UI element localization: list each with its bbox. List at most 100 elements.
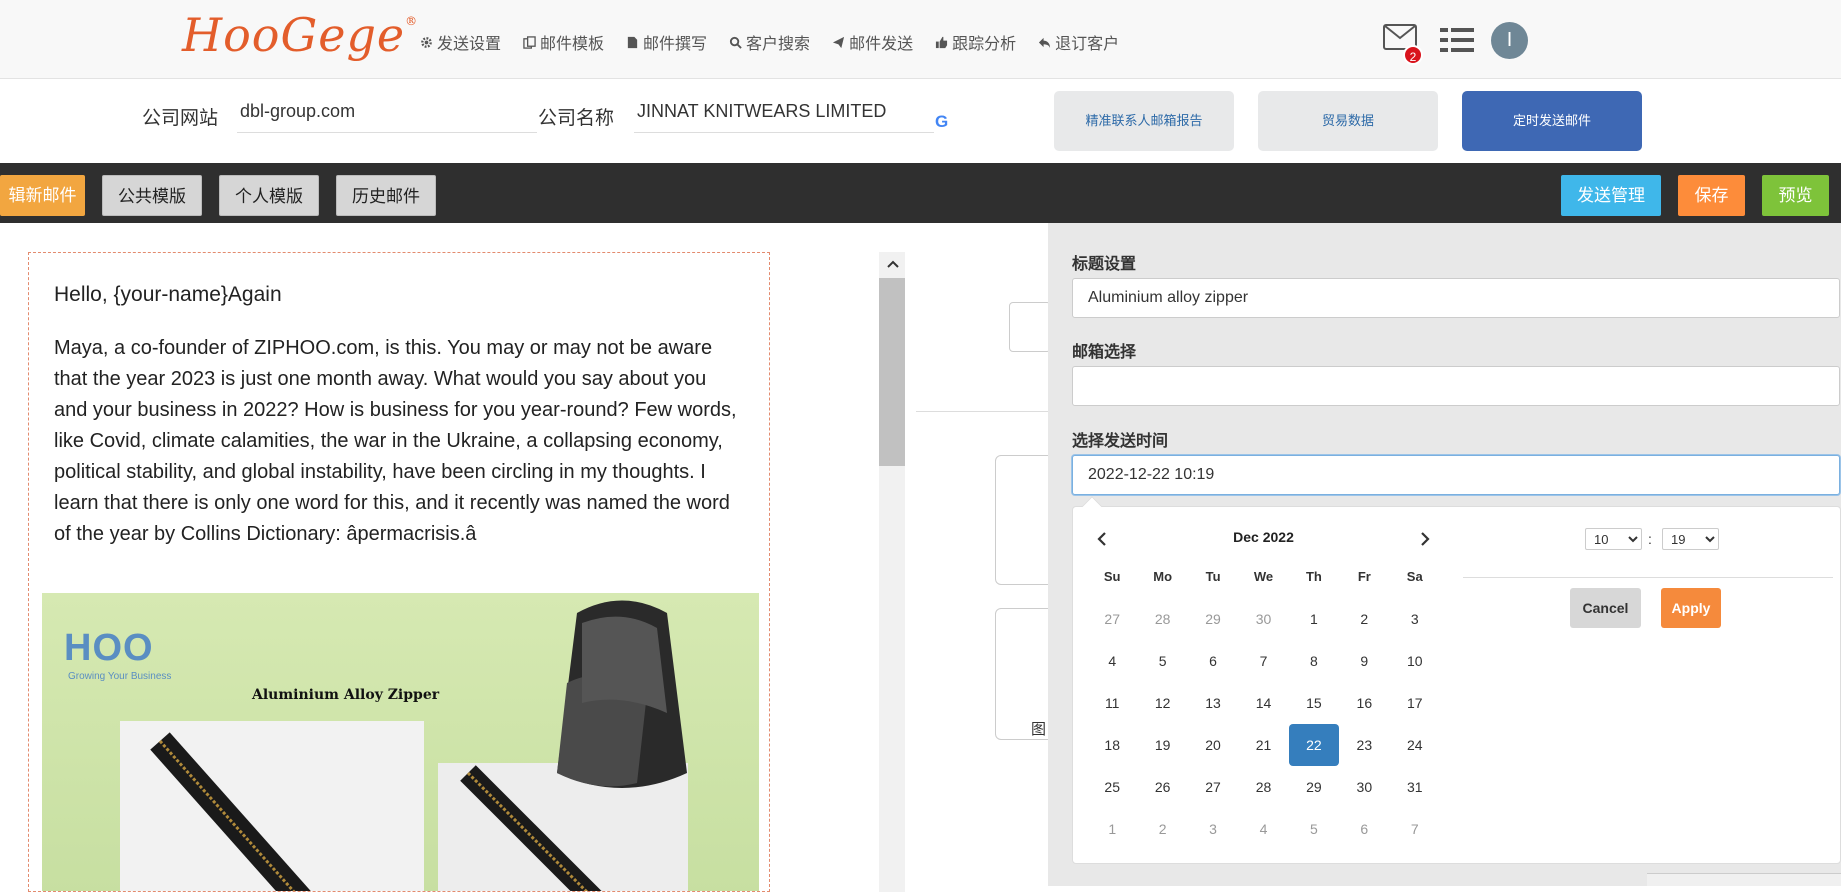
mail-editor[interactable]: Hello, {your-name}Again Maya, a co-found… (28, 252, 770, 892)
calendar-day[interactable]: 1 (1289, 598, 1339, 640)
menu-list-icon[interactable] (1440, 26, 1474, 54)
calendar-week-row: 11 12 13 14 15 16 17 (1087, 682, 1440, 724)
calendar-day[interactable]: 5 (1137, 640, 1187, 682)
weekday-label: We (1253, 569, 1274, 584)
calendar-day-selected[interactable]: 22 (1288, 724, 1340, 766)
weekday-label: Tu (1205, 569, 1221, 584)
calendar-header: Dec 2022 (1087, 520, 1440, 556)
hour-select[interactable]: 10 (1585, 528, 1642, 550)
google-icon[interactable]: G (935, 112, 948, 132)
calendar-day[interactable]: 31 (1390, 766, 1440, 808)
new-mail-button[interactable]: 辑新邮件 (0, 175, 85, 216)
send-management-button[interactable]: 发送管理 (1561, 175, 1661, 216)
image-brand-tagline: Growing Your Business (68, 671, 172, 682)
mail-count-badge: 2 (1403, 45, 1423, 65)
weekday-label: Sa (1406, 569, 1423, 584)
subject-input[interactable]: Aluminium alloy zipper (1072, 278, 1840, 318)
next-month-icon[interactable] (1410, 524, 1440, 554)
calendar-day[interactable]: 29 (1188, 598, 1238, 640)
nav-compose[interactable]: 邮件撰写 (626, 30, 707, 54)
nav-send-mail[interactable]: 邮件发送 (832, 30, 913, 54)
calendar-day[interactable]: 17 (1390, 682, 1440, 724)
scheduled-send-button[interactable]: 定时发送邮件 (1462, 91, 1642, 151)
company-site-input[interactable]: dbl-group.com (237, 95, 537, 133)
history-mail-button[interactable]: 历史邮件 (336, 175, 436, 216)
calendar-day[interactable]: 29 (1289, 766, 1339, 808)
scroll-up-icon[interactable] (886, 259, 900, 269)
calendar-day[interactable]: 20 (1188, 724, 1238, 766)
zipper-photo (120, 721, 424, 891)
user-avatar[interactable]: I (1491, 22, 1528, 59)
nav-send-settings[interactable]: 发送设置 (420, 30, 501, 54)
calendar-day[interactable]: 3 (1390, 598, 1440, 640)
calendar-day[interactable]: 18 (1087, 724, 1137, 766)
calendar-day[interactable]: 10 (1390, 640, 1440, 682)
mailbox-label: 邮箱选择 (1072, 344, 1137, 361)
calendar-day[interactable]: 5 (1289, 808, 1339, 850)
calendar-day[interactable]: 23 (1339, 724, 1389, 766)
side-divider (916, 411, 1056, 412)
calendar-day[interactable]: 7 (1238, 640, 1288, 682)
apply-button[interactable]: Apply (1661, 588, 1721, 628)
thumbs-up-icon (936, 36, 948, 48)
mailbox-select[interactable] (1072, 366, 1840, 406)
mail-greeting: Hello, {your-name}Again (54, 283, 282, 306)
calendar-day[interactable]: 27 (1188, 766, 1238, 808)
calendar-day[interactable]: 12 (1137, 682, 1187, 724)
calendar-day[interactable]: 1 (1087, 808, 1137, 850)
calendar-day[interactable]: 16 (1339, 682, 1389, 724)
file-icon (627, 36, 638, 48)
reply-icon (1039, 37, 1051, 48)
calendar-day[interactable]: 28 (1238, 766, 1288, 808)
calendar-day[interactable]: 13 (1188, 682, 1238, 724)
public-template-button[interactable]: 公共模版 (102, 175, 202, 216)
cancel-button[interactable]: Cancel (1570, 588, 1641, 628)
editor-scroll-thumb[interactable] (879, 278, 905, 466)
calendar-day[interactable]: 27 (1087, 598, 1137, 640)
calendar-week-row: 4 5 6 7 8 9 10 (1087, 640, 1440, 682)
calendar-week-row: 25 26 27 28 29 30 31 (1087, 766, 1440, 808)
calendar-day[interactable]: 6 (1339, 808, 1389, 850)
calendar-day[interactable]: 21 (1238, 724, 1288, 766)
nav-customer-search[interactable]: 客户搜索 (729, 30, 810, 54)
calendar-day[interactable]: 19 (1137, 724, 1187, 766)
calendar-day[interactable]: 30 (1238, 598, 1288, 640)
calendar-day[interactable]: 9 (1339, 640, 1389, 682)
calendar-week-row: 27 28 29 30 1 2 3 (1087, 598, 1440, 640)
personal-template-button[interactable]: 个人模版 (219, 175, 319, 216)
ime-toolbar[interactable] (1647, 873, 1841, 886)
save-button[interactable]: 保存 (1678, 175, 1745, 216)
nav-unsubscribed[interactable]: 退订客户 (1038, 30, 1119, 54)
side-widget[interactable] (1009, 302, 1051, 352)
calendar-day[interactable]: 26 (1137, 766, 1187, 808)
minute-select[interactable]: 19 (1662, 528, 1719, 550)
contact-email-report-button[interactable]: 精准联系人邮箱报告 (1054, 91, 1234, 151)
calendar-day[interactable]: 28 (1137, 598, 1187, 640)
calendar-day[interactable]: 14 (1238, 682, 1288, 724)
brand-logo[interactable]: HooGege® (182, 8, 418, 62)
nav-tracking[interactable]: 跟踪分析 (935, 30, 1016, 54)
calendar-day[interactable]: 24 (1390, 724, 1440, 766)
preview-button[interactable]: 预览 (1762, 175, 1829, 216)
calendar-day[interactable]: 4 (1238, 808, 1288, 850)
calendar-day[interactable]: 7 (1390, 808, 1440, 850)
calendar-day[interactable]: 15 (1289, 682, 1339, 724)
nav-mail-templates[interactable]: 邮件模板 (523, 30, 604, 54)
calendar-day[interactable]: 4 (1087, 640, 1137, 682)
calendar-day[interactable]: 8 (1289, 640, 1339, 682)
send-time-input[interactable]: 2022-12-22 10:19 (1072, 455, 1840, 495)
subject-label: 标题设置 (1072, 256, 1137, 273)
calendar-day[interactable]: 30 (1339, 766, 1389, 808)
side-block-text[interactable] (995, 455, 1055, 585)
calendar-day[interactable]: 6 (1188, 640, 1238, 682)
calendar-days: 27 28 29 30 1 2 3 4 5 6 7 8 9 10 11 12 13 14 15 16 17 18 19 20 2… (1087, 598, 1440, 850)
product-image: HOO Growing Your Business Aluminium Allo… (42, 593, 759, 891)
calendar-day[interactable]: 2 (1339, 598, 1389, 640)
gear-icon (421, 36, 432, 48)
company-name-input[interactable]: JINNAT KNITWEARS LIMITED (634, 95, 934, 133)
calendar-day[interactable]: 3 (1188, 808, 1238, 850)
calendar-day[interactable]: 2 (1137, 808, 1187, 850)
calendar-day[interactable]: 11 (1087, 682, 1137, 724)
calendar-day[interactable]: 25 (1087, 766, 1137, 808)
trade-data-button[interactable]: 贸易数据 (1258, 91, 1438, 151)
